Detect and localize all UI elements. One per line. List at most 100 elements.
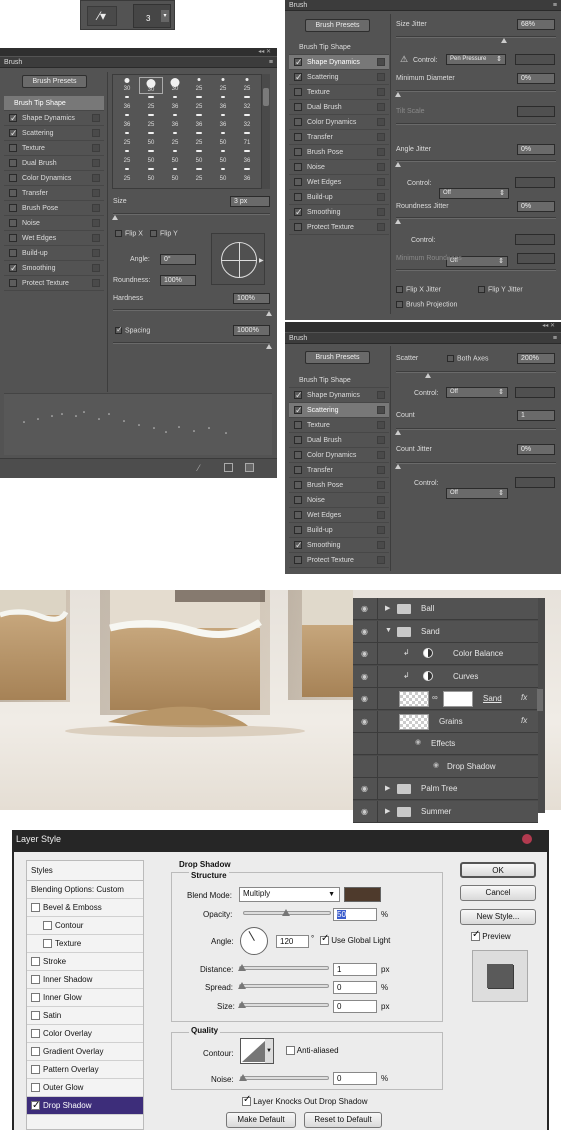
brush-tip-preset[interactable]: 25 bbox=[115, 131, 139, 148]
count-jitter-field[interactable]: 0% bbox=[517, 444, 555, 455]
setting-item-brush-tip-shape[interactable]: Brush Tip Shape bbox=[4, 96, 104, 111]
style-checkbox[interactable] bbox=[31, 1029, 40, 1038]
checkbox[interactable] bbox=[9, 144, 17, 152]
style-item-color-overlay[interactable]: Color Overlay bbox=[27, 1025, 143, 1043]
lock-icon[interactable] bbox=[377, 88, 385, 96]
setting-item-texture[interactable]: Texture bbox=[289, 85, 389, 100]
brush-toggle-icon[interactable]: ⁄ bbox=[198, 463, 200, 473]
setting-item-protect-texture[interactable]: Protect Texture bbox=[289, 220, 389, 235]
setting-item-scattering[interactable]: Scattering bbox=[289, 70, 389, 85]
lock-icon[interactable] bbox=[377, 178, 385, 186]
size-jitter-knob[interactable] bbox=[501, 38, 507, 43]
style-checkbox[interactable] bbox=[31, 975, 40, 984]
brush-tip-preset[interactable]: 36 bbox=[187, 113, 211, 130]
brush-tip-preset[interactable]: 32 bbox=[235, 95, 259, 112]
lock-icon[interactable] bbox=[377, 511, 385, 519]
layer-row-ball[interactable]: ◉ ▶ Ball bbox=[353, 598, 538, 620]
brush-tip-preset[interactable]: 50 bbox=[139, 131, 163, 148]
spacing-field[interactable]: 1000% bbox=[233, 325, 270, 336]
distance-field[interactable]: 1 bbox=[333, 963, 377, 976]
flip-x-jitter-box[interactable] bbox=[396, 286, 403, 293]
checkbox[interactable] bbox=[294, 451, 302, 459]
scrollbar-thumb[interactable] bbox=[263, 88, 269, 106]
style-checkbox[interactable] bbox=[31, 1047, 40, 1056]
angle-jitter-field[interactable]: 0% bbox=[517, 144, 555, 155]
lock-icon[interactable] bbox=[92, 234, 100, 242]
lock-icon[interactable] bbox=[92, 144, 100, 152]
setting-item-color-dynamics[interactable]: Color Dynamics bbox=[289, 448, 389, 463]
size-knob[interactable] bbox=[238, 1001, 246, 1008]
brush-tip-preset[interactable]: 36 bbox=[115, 95, 139, 112]
hardness-slider[interactable] bbox=[113, 309, 270, 311]
lock-icon[interactable] bbox=[92, 114, 100, 122]
blend-mode-dropdown[interactable]: Multiply ▼ bbox=[239, 887, 340, 902]
control-dropdown-1[interactable]: Pen Pressure bbox=[446, 54, 506, 65]
brush-tip-preset[interactable]: 36 bbox=[115, 113, 139, 130]
setting-item-shape-dynamics[interactable]: Shape Dynamics bbox=[4, 111, 104, 126]
brush-tip-preset[interactable]: 32 bbox=[235, 113, 259, 130]
lock-icon[interactable] bbox=[92, 279, 100, 287]
checkbox[interactable] bbox=[294, 178, 302, 186]
count-slider[interactable] bbox=[396, 428, 556, 430]
flip-y-box[interactable] bbox=[150, 230, 157, 237]
shadow-color-swatch[interactable] bbox=[344, 887, 381, 902]
style-item-gradient-overlay[interactable]: Gradient Overlay bbox=[27, 1043, 143, 1061]
checkbox[interactable] bbox=[294, 70, 303, 85]
angle-dial[interactable] bbox=[240, 927, 268, 955]
distance-slider[interactable] bbox=[239, 966, 329, 970]
chevron-right-icon[interactable]: ▶ bbox=[385, 807, 390, 815]
size-slider-knob[interactable] bbox=[112, 215, 118, 220]
setting-item-shape-dynamics[interactable]: Shape Dynamics bbox=[289, 388, 389, 403]
size-field[interactable]: 0 bbox=[333, 1000, 377, 1013]
size-field[interactable]: 3 px bbox=[230, 196, 270, 207]
layer-row-effects[interactable]: ◉ Effects bbox=[353, 733, 538, 755]
setting-item-scattering[interactable]: Scattering bbox=[289, 403, 389, 418]
anti-aliased-checkbox[interactable]: Anti-aliased bbox=[286, 1046, 339, 1056]
preview-checkbox[interactable]: ✓ Preview bbox=[471, 929, 511, 942]
lock-icon[interactable] bbox=[377, 406, 385, 414]
checkbox[interactable] bbox=[294, 556, 302, 564]
brush-tip-preset[interactable]: 36 bbox=[163, 113, 187, 130]
brush-tip-preset[interactable]: 50 bbox=[211, 131, 235, 148]
visibility-eye-icon[interactable]: ◉ bbox=[361, 717, 373, 726]
checkbox[interactable] bbox=[294, 103, 302, 111]
brush-tip-preset[interactable]: 50 bbox=[163, 149, 187, 166]
checkbox[interactable] bbox=[294, 511, 302, 519]
checkbox[interactable] bbox=[294, 88, 302, 96]
checkbox[interactable] bbox=[294, 538, 303, 553]
brush-tip-preset[interactable]: 25 bbox=[163, 131, 187, 148]
spread-field[interactable]: 0 bbox=[333, 981, 377, 994]
lock-icon[interactable] bbox=[377, 193, 385, 201]
brush-tip-preset[interactable]: 36 bbox=[211, 95, 235, 112]
setting-item-build-up[interactable]: Build-up bbox=[4, 246, 104, 261]
setting-item-noise[interactable]: Noise bbox=[4, 216, 104, 231]
angle-field[interactable]: 120 bbox=[276, 935, 309, 948]
new-preset-icon[interactable] bbox=[245, 463, 254, 472]
control-field-2[interactable] bbox=[515, 477, 555, 488]
brush-tip-preset[interactable]: 36 bbox=[211, 113, 235, 130]
close-icon[interactable] bbox=[522, 834, 532, 844]
setting-item-noise[interactable]: Noise bbox=[289, 160, 389, 175]
panel-menu-icon[interactable]: ≡ bbox=[269, 59, 273, 66]
angle-jitter-knob[interactable] bbox=[395, 162, 401, 167]
scatter-knob[interactable] bbox=[425, 373, 431, 378]
setting-item-shape-dynamics[interactable]: Shape Dynamics bbox=[289, 55, 389, 70]
visibility-eye-icon[interactable]: ◉ bbox=[361, 694, 373, 703]
layer-row-summer[interactable]: ◉ ▶ Summer bbox=[353, 800, 538, 823]
lock-icon[interactable] bbox=[92, 204, 100, 212]
cancel-button[interactable]: Cancel bbox=[460, 885, 536, 901]
checkbox[interactable] bbox=[9, 261, 18, 276]
control-field-1[interactable] bbox=[515, 54, 555, 65]
visibility-eye-icon[interactable]: ◉ bbox=[361, 627, 373, 636]
visibility-eye-icon[interactable]: ◉ bbox=[361, 649, 373, 658]
use-global-light-checkbox[interactable]: ✓ Use Global Light bbox=[320, 933, 390, 946]
min-roundness-field[interactable] bbox=[517, 253, 555, 264]
setting-item-dual-brush[interactable]: Dual Brush bbox=[289, 433, 389, 448]
lock-icon[interactable] bbox=[377, 526, 385, 534]
layer-row-palm-tree[interactable]: ◉ ▶ Palm Tree bbox=[353, 778, 538, 800]
setting-item-texture[interactable]: Texture bbox=[289, 418, 389, 433]
setting-item-wet-edges[interactable]: Wet Edges bbox=[4, 231, 104, 246]
brush-tip-preset[interactable]: 25 bbox=[115, 167, 139, 184]
control-field-3[interactable] bbox=[515, 234, 555, 245]
checkbox[interactable] bbox=[294, 193, 302, 201]
